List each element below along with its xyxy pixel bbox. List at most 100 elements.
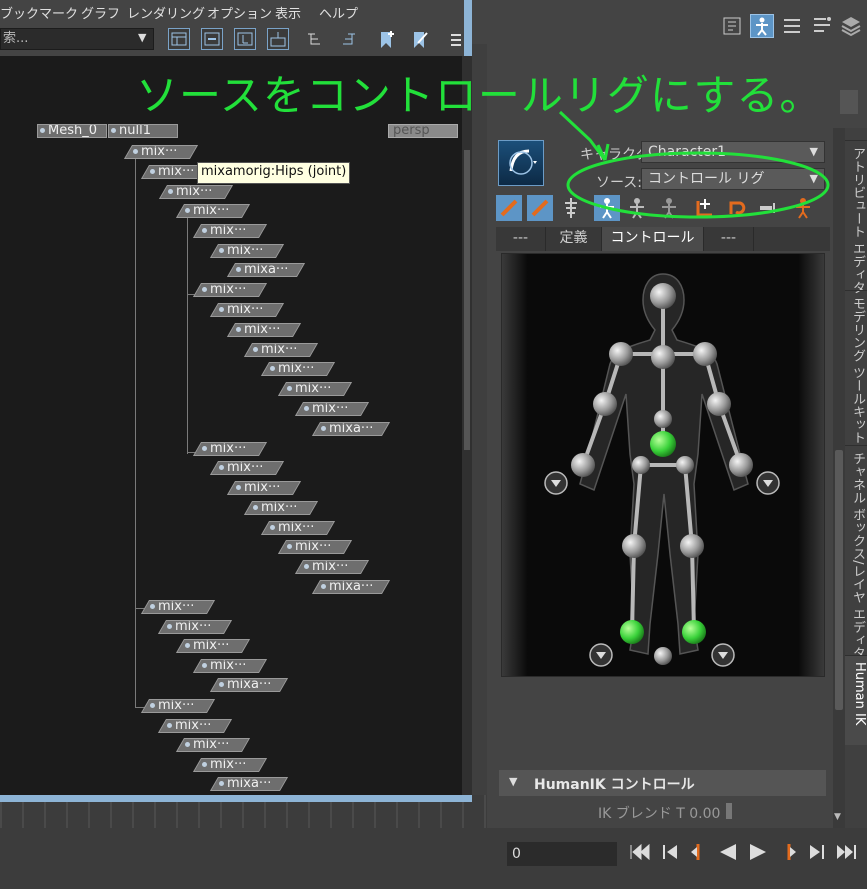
joint-node[interactable]: mix··· — [123, 145, 199, 159]
joint-node[interactable]: mix··· — [140, 699, 216, 713]
tab-human-ik[interactable]: Human IK — [845, 655, 867, 745]
go-to-start-icon[interactable] — [628, 842, 652, 862]
menu-display[interactable]: 表示 — [275, 3, 301, 22]
hierarchy-down-icon[interactable] — [305, 30, 325, 50]
menu-rendering[interactable]: レンダリング — [127, 3, 205, 22]
joint-node[interactable]: mix··· — [175, 738, 251, 752]
character-menu-icon[interactable] — [498, 140, 544, 186]
play-backward-icon[interactable] — [716, 842, 740, 862]
joint-node[interactable]: mix··· — [226, 481, 302, 495]
joint-node[interactable]: mix··· — [277, 540, 353, 554]
menu-bookmark[interactable]: ブックマーク — [0, 3, 78, 22]
node-persp[interactable]: persp — [388, 124, 458, 138]
joint-node[interactable]: mix··· — [192, 224, 268, 238]
joint-right-wrist[interactable] — [729, 453, 753, 477]
hierarchy-up-icon[interactable] — [338, 30, 358, 50]
tool-settings-icon[interactable] — [810, 14, 834, 38]
joint-right-hip[interactable] — [676, 456, 694, 474]
joint-left-hip[interactable] — [632, 456, 650, 474]
joint-node[interactable]: mix··· — [260, 521, 336, 535]
joint-right-knee[interactable] — [680, 534, 704, 558]
joint-node[interactable]: mixa··· — [226, 263, 306, 277]
joint-node[interactable]: mix··· — [243, 343, 319, 357]
joint-node[interactable]: mix··· — [175, 639, 251, 653]
joint-right-elbow[interactable] — [707, 392, 731, 416]
joint-node[interactable]: mix··· — [294, 402, 370, 416]
full-body-mode-icon[interactable] — [496, 195, 522, 221]
node-mesh-0[interactable]: Mesh_0 — [37, 124, 107, 138]
step-back-frame-icon[interactable] — [687, 842, 711, 862]
tab-channel-box[interactable]: チャネル ボックス/レイヤ エディタ — [845, 445, 867, 660]
joint-left-ankle[interactable] — [620, 620, 644, 644]
layers-icon[interactable] — [839, 14, 863, 38]
joint-node[interactable]: mix··· — [260, 362, 336, 376]
joint-node[interactable]: mix··· — [294, 560, 370, 574]
joint-head[interactable] — [650, 283, 676, 309]
input-connections-icon[interactable] — [234, 28, 256, 50]
tab-definition[interactable]: 定義 — [546, 227, 602, 251]
joint-node[interactable]: mix··· — [192, 442, 268, 456]
joint-hips[interactable] — [650, 431, 676, 457]
panel-scroll-arrow[interactable] — [840, 90, 858, 114]
tab-controls[interactable]: コントロール — [602, 227, 704, 251]
joint-node[interactable]: mix··· — [157, 620, 233, 634]
play-forward-icon[interactable] — [746, 842, 770, 862]
joint-chest[interactable] — [651, 345, 675, 369]
step-forward-frame-icon[interactable] — [776, 842, 800, 862]
joint-right-shoulder[interactable] — [693, 342, 717, 366]
menu-help[interactable]: ヘルプ — [319, 3, 358, 22]
humanik-toggle-icon[interactable] — [750, 14, 774, 38]
joint-left-elbow[interactable] — [593, 392, 617, 416]
go-to-end-icon[interactable] — [834, 842, 858, 862]
joint-node[interactable]: mix··· — [209, 303, 285, 317]
joint-node[interactable]: mix··· — [157, 719, 233, 733]
joint-node[interactable]: mix··· — [192, 758, 268, 772]
joint-node[interactable]: mix··· — [209, 461, 285, 475]
tab-modeling-toolkit[interactable]: モデリング ツールキット — [845, 290, 867, 444]
joint-node[interactable]: mix··· — [192, 283, 268, 297]
add-bookmark-icon[interactable] — [376, 29, 398, 51]
step-forward-key-icon[interactable] — [804, 842, 828, 862]
joint-node[interactable]: mix··· — [226, 323, 302, 337]
joint-left-knee[interactable] — [622, 534, 646, 558]
current-frame-input[interactable]: 0 — [507, 842, 617, 866]
menu-graph[interactable]: グラフ — [81, 3, 120, 22]
joint-node[interactable]: mix··· — [277, 382, 353, 396]
graph-layout-icon[interactable] — [168, 28, 190, 50]
menu-options[interactable]: オプション — [207, 3, 272, 22]
panel-scrollbar-thumb[interactable] — [835, 450, 843, 710]
joint-node[interactable]: mixa··· — [311, 422, 391, 436]
joint-node[interactable]: mixa··· — [209, 678, 289, 692]
joint-node[interactable]: mix··· — [158, 185, 234, 199]
edit-bookmark-icon[interactable] — [409, 29, 431, 51]
graph-scrollbar-thumb[interactable] — [464, 150, 470, 450]
joint-node[interactable]: mixa··· — [209, 777, 289, 791]
remove-node-icon[interactable] — [201, 28, 223, 50]
ik-blend-slider[interactable] — [726, 803, 732, 819]
hik-character-view[interactable] — [501, 253, 825, 677]
joint-node[interactable]: mix··· — [192, 659, 268, 673]
joint-node[interactable]: mix··· — [209, 244, 285, 258]
search-input[interactable]: 索... — [0, 28, 154, 50]
search-dropdown-arrow-icon[interactable]: ▼ — [138, 31, 146, 44]
humanik-controls-section[interactable]: ▼ HumanIK コントロール — [499, 770, 826, 796]
joint-spine[interactable] — [654, 410, 672, 428]
tab-attribute-editor[interactable]: アトリビュート エディタ — [845, 140, 867, 294]
joint-right-ankle[interactable] — [682, 620, 706, 644]
joint-node[interactable]: mixa··· — [311, 580, 391, 594]
joint-left-shoulder[interactable] — [609, 342, 633, 366]
node-null1[interactable]: null1 — [108, 124, 178, 138]
attribute-editor-icon[interactable] — [721, 14, 745, 38]
joint-floor[interactable] — [654, 647, 672, 665]
joint-node[interactable]: mix··· — [175, 204, 251, 218]
joint-left-wrist[interactable] — [571, 453, 595, 477]
joint-node[interactable]: mix··· — [243, 501, 319, 515]
joint-node[interactable]: mix··· — [140, 600, 216, 614]
more-menu-icon[interactable] — [449, 31, 463, 49]
output-connections-icon[interactable] — [267, 28, 289, 50]
tab-placeholder-right[interactable]: --- — [704, 227, 754, 251]
scroll-down-arrow-icon[interactable]: ▼ — [834, 812, 841, 822]
channel-box-icon[interactable] — [780, 14, 804, 38]
step-back-key-icon[interactable] — [659, 842, 683, 862]
tab-placeholder-left[interactable]: --- — [496, 227, 546, 251]
